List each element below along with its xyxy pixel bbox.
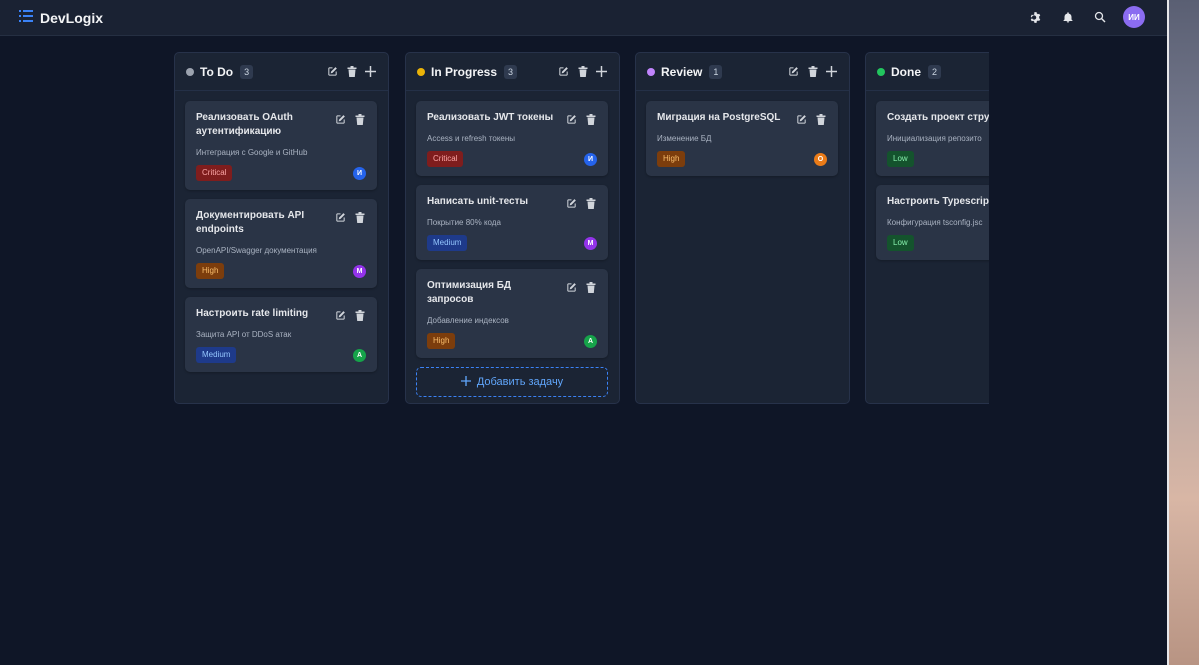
plus-icon[interactable]	[825, 65, 838, 78]
brand[interactable]: DevLogix	[19, 9, 103, 27]
column-title: In Progress	[431, 64, 498, 79]
task-card[interactable]: Создать проект струк Инициализация репози…	[876, 101, 989, 176]
assignee-avatar: М	[584, 236, 597, 250]
task-title: Настроить rate limiting	[196, 308, 309, 319]
column-review: Review 1 Миграция на PostgreSQL Изменение Б…	[635, 52, 850, 404]
plus-icon	[460, 375, 471, 389]
priority-badge: High	[427, 333, 456, 349]
task-description: Access и refresh токены	[427, 134, 516, 143]
trash-icon[interactable]	[584, 113, 597, 126]
trash-icon[interactable]	[345, 65, 358, 78]
task-card[interactable]: Настроить Typescript Конфигурация tsconfi…	[876, 185, 989, 260]
column-count-badge: 1	[709, 64, 723, 79]
task-card[interactable]: Написать unit-тесты Покрытие 80% кода Medi…	[416, 185, 608, 260]
priority-badge: High	[657, 151, 686, 167]
priority-badge: Low	[887, 235, 914, 251]
column-count-badge: 2	[928, 64, 942, 79]
task-title: Реализовать OAuth аутентификацию	[196, 112, 293, 137]
assignee-avatar: А	[353, 348, 366, 362]
edit-icon[interactable]	[334, 309, 347, 322]
edit-icon[interactable]	[565, 281, 578, 294]
status-dot	[647, 67, 655, 76]
edit-icon[interactable]	[326, 65, 339, 78]
task-description: Интеграция с Google и GitHub	[196, 148, 308, 157]
assignee-avatar: И	[584, 152, 597, 166]
edit-icon[interactable]	[565, 197, 578, 210]
task-card[interactable]: Настроить rate limiting Защита API от DDo…	[185, 297, 377, 372]
trash-icon[interactable]	[806, 65, 819, 78]
status-dot	[186, 67, 194, 76]
edit-icon[interactable]	[565, 113, 578, 126]
column-title: Review	[661, 64, 703, 79]
column-count-badge: 3	[240, 64, 254, 79]
column-header: Review 1	[636, 53, 849, 91]
assignee-avatar: И	[353, 166, 366, 180]
priority-badge: Medium	[427, 235, 468, 251]
assignee-avatar: О	[814, 152, 827, 166]
priority-badge: Low	[887, 151, 914, 167]
task-title: Оптимизация БД запросов	[427, 280, 512, 305]
plus-icon[interactable]	[595, 65, 608, 78]
task-description: Изменение БД	[657, 134, 712, 143]
task-card[interactable]: Реализовать JWT токены Access и refresh т…	[416, 101, 608, 176]
priority-badge: Critical	[427, 151, 464, 167]
task-title: Реализовать JWT токены	[427, 112, 554, 123]
assignee-avatar: М	[353, 264, 366, 278]
trash-icon[interactable]	[353, 309, 366, 322]
add-task-label: Добавить задачу	[476, 376, 564, 388]
background-strip	[1167, 0, 1199, 665]
menu-list-icon	[19, 9, 33, 27]
trash-icon[interactable]	[353, 211, 366, 224]
user-avatar[interactable]: ИИ	[1123, 6, 1145, 28]
task-title: Миграция на PostgreSQL	[657, 112, 781, 123]
bell-icon[interactable]	[1059, 9, 1076, 26]
task-title: Создать проект струк	[887, 112, 989, 123]
column-done: Done 2 Создать проект струк Инициализация р…	[865, 52, 989, 404]
task-title: Написать unit-тесты	[427, 196, 529, 207]
task-description: OpenAPI/Swagger документация	[196, 246, 317, 255]
add-task-button[interactable]: Добавить задачу	[416, 367, 608, 397]
trash-icon[interactable]	[584, 197, 597, 210]
task-description: Инициализация репозито	[887, 134, 982, 143]
priority-badge: Critical	[196, 165, 233, 181]
assignee-avatar: А	[584, 334, 597, 348]
priority-badge: High	[196, 263, 225, 279]
task-title: Настроить Typescript	[887, 196, 989, 207]
task-card[interactable]: Документировать API endpoints OpenAPI/Swa…	[185, 199, 377, 288]
edit-icon[interactable]	[787, 65, 800, 78]
plus-icon[interactable]	[364, 65, 377, 78]
trash-icon[interactable]	[353, 113, 366, 126]
trash-icon[interactable]	[814, 113, 827, 126]
column-count-badge: 3	[504, 64, 518, 79]
task-card[interactable]: Оптимизация БД запросов Добавление индекс…	[416, 269, 608, 358]
trash-icon[interactable]	[584, 281, 597, 294]
gear-icon[interactable]	[1027, 9, 1044, 26]
column-to-do: To Do 3 Реализовать OAuth аутентификацию Ин…	[174, 52, 389, 404]
search-icon[interactable]	[1091, 9, 1108, 26]
task-title: Документировать API endpoints	[196, 210, 305, 235]
edit-icon[interactable]	[334, 113, 347, 126]
column-header: In Progress 3	[406, 53, 619, 91]
top-bar: DevLogix ИИ	[0, 0, 1167, 36]
task-description: Добавление индексов	[427, 316, 509, 325]
status-dot	[417, 67, 425, 76]
task-description: Покрытие 80% кода	[427, 218, 501, 227]
edit-icon[interactable]	[334, 211, 347, 224]
status-dot	[877, 67, 885, 76]
task-card[interactable]: Миграция на PostgreSQL Изменение БД High О	[646, 101, 838, 176]
trash-icon[interactable]	[576, 65, 589, 78]
edit-icon[interactable]	[795, 113, 808, 126]
column-header: Done 2	[866, 53, 989, 91]
task-card[interactable]: Реализовать OAuth аутентификацию Интеграц…	[185, 101, 377, 190]
column-header: To Do 3	[175, 53, 388, 91]
kanban-board: To Do 3 Реализовать OAuth аутентификацию Ин…	[174, 52, 989, 404]
column-title: Done	[891, 64, 921, 79]
task-description: Конфигурация tsconfig.jsc	[887, 218, 983, 227]
column-title: To Do	[200, 64, 234, 79]
edit-icon[interactable]	[557, 65, 570, 78]
priority-badge: Medium	[196, 347, 237, 363]
app-name: DevLogix	[40, 10, 104, 26]
column-in-progress: In Progress 3 Реализовать JWT токены Access…	[405, 52, 620, 404]
task-description: Защита API от DDoS атак	[196, 330, 292, 339]
